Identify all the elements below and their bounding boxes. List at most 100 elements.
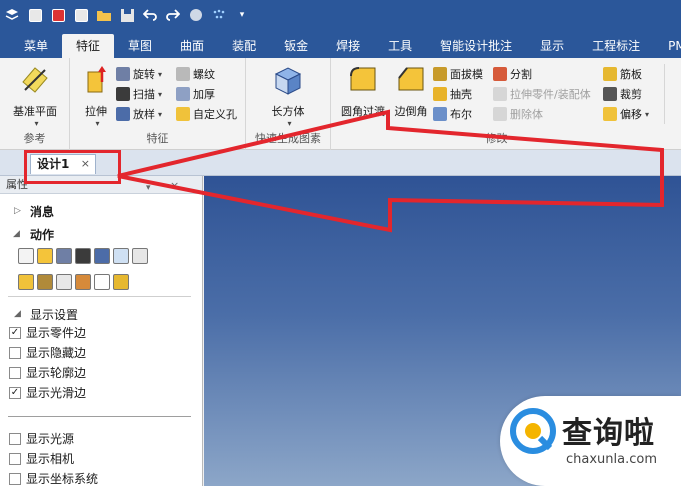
link-tool-icon[interactable] [37, 274, 53, 290]
print-icon[interactable] [73, 7, 89, 23]
tab-menu[interactable]: 菜单 [10, 34, 62, 58]
offset-button[interactable]: 偏移 ▾ [603, 105, 649, 123]
cut-icon [603, 87, 617, 101]
extrude-icon [87, 66, 106, 93]
thicken-button[interactable]: 加厚 [176, 85, 215, 103]
actions-collapse-icon[interactable]: ◢ [13, 229, 20, 239]
revolve-button[interactable]: 旋转 ▾ [116, 65, 162, 83]
checkbox-unchecked[interactable] [9, 432, 21, 445]
checkbox-unchecked[interactable] [9, 366, 21, 379]
draft-label: 面拔模 [450, 68, 483, 81]
tab-dimensioning[interactable]: 工程标注 [578, 34, 654, 58]
option-label: 显示零件边 [26, 326, 87, 340]
box-dropdown-icon[interactable]: ▾ [263, 119, 316, 128]
chamfer-label: 边倒角 [394, 105, 428, 118]
edit-tool-icon[interactable] [113, 248, 129, 264]
display-settings-heading[interactable]: 显示设置 [30, 306, 78, 323]
rebuild-icon[interactable] [188, 7, 204, 23]
split-button[interactable]: 分割 [493, 65, 532, 83]
design-environment-icon[interactable] [211, 7, 227, 23]
fillet-icon [350, 67, 376, 91]
sweep-tool-icon[interactable] [75, 248, 91, 264]
list-icon[interactable] [18, 248, 34, 264]
save-icon[interactable] [119, 7, 135, 23]
new-drawing-icon[interactable] [50, 7, 66, 23]
boolean-icon [433, 107, 447, 121]
option-show-cameras[interactable]: 显示相机 [9, 450, 74, 467]
ref-plane-button[interactable]: 基准平面 ▾ [7, 64, 63, 128]
undo-icon[interactable] [142, 7, 158, 23]
part-tool-icon[interactable] [18, 274, 34, 290]
tab-weld[interactable]: 焊接 [322, 34, 374, 58]
display-settings-collapse-icon[interactable]: ◢ [14, 309, 21, 319]
boolean-button[interactable]: 布尔 [433, 105, 472, 123]
group-modify: 圆角过渡 边倒角 面拔模 抽壳 布尔 分割 拉伸零件/装配体 删除体 筋板 裁剪… [331, 58, 662, 150]
custom-hole-icon [176, 107, 190, 121]
checkbox-unchecked[interactable] [9, 452, 21, 465]
tab-tools[interactable]: 工具 [374, 34, 426, 58]
option-label: 显示坐标系统 [26, 472, 99, 486]
tab-sketch[interactable]: 草图 [114, 34, 166, 58]
loft-label: 放样 [133, 108, 155, 121]
tab-features[interactable]: 特征 [62, 34, 115, 58]
ref-plane-label: 基准平面 [13, 105, 57, 118]
option-label: 显示相机 [26, 452, 75, 466]
revolve-label: 旋转 [133, 68, 155, 81]
tab-surface[interactable]: 曲面 [166, 34, 218, 58]
chamfer-button[interactable]: 边倒角 [383, 64, 439, 119]
tab-sheet-metal[interactable]: 钣金 [270, 34, 322, 58]
sweep-button[interactable]: 扫描 ▾ [116, 85, 162, 103]
assembly-tool-icon[interactable] [75, 274, 91, 290]
loft-button[interactable]: 放样 ▾ [116, 105, 162, 123]
checkbox-unchecked[interactable] [9, 472, 21, 485]
tab-smart-annotation[interactable]: 智能设计批注 [426, 34, 526, 58]
ref-plane-dropdown-icon[interactable]: ▾ [10, 119, 63, 128]
redo-icon[interactable] [165, 7, 181, 23]
option-label: 显示轮廓边 [26, 366, 87, 380]
new-file-icon[interactable] [27, 7, 43, 23]
axes-tool-icon[interactable] [94, 274, 110, 290]
box-button[interactable]: 长方体 ▾ [260, 64, 316, 128]
extrude-tool-icon[interactable] [37, 248, 53, 264]
offset-icon [603, 107, 617, 121]
sweep-icon [116, 87, 130, 101]
option-show-part-edges[interactable]: ✓ 显示零件边 [9, 324, 86, 341]
option-show-hidden-edges[interactable]: 显示隐藏边 [9, 344, 86, 361]
messages-heading[interactable]: 消息 [30, 203, 54, 220]
ribbon-overflow[interactable] [664, 64, 678, 124]
delete-body-button[interactable]: 删除体 [493, 105, 543, 123]
thread-label: 螺纹 [193, 68, 215, 81]
stack-tool-icon[interactable] [113, 274, 129, 290]
tab-pmi[interactable]: PMI [654, 34, 681, 58]
custom-hole-button[interactable]: 自定义孔 [176, 105, 237, 123]
customize-dropdown-icon[interactable]: ▾ [234, 7, 250, 23]
cut-button[interactable]: 裁剪 [603, 85, 642, 103]
draft-button[interactable]: 面拔模 [433, 65, 483, 83]
checkbox-unchecked[interactable] [9, 346, 21, 359]
panel-close-icon[interactable]: × [170, 177, 179, 195]
option-show-lights[interactable]: 显示光源 [9, 430, 74, 447]
loft-tool-icon[interactable] [94, 248, 110, 264]
panel-pin-icon[interactable]: ▾ [146, 179, 151, 197]
checkbox-checked[interactable]: ✓ [9, 386, 21, 399]
option-show-silhouette-edges[interactable]: 显示轮廓边 [9, 364, 86, 381]
sweep-label: 扫描 [133, 88, 155, 101]
revolve-tool-icon[interactable] [56, 248, 72, 264]
property-panel: 属性 ▾ × ▷ 消息 ◢ 动作 ◢ 显示设置 ✓ 显示零件边 显示隐藏边 显示… [0, 176, 203, 486]
image-tool-icon[interactable] [132, 248, 148, 264]
tab-display[interactable]: 显示 [526, 34, 578, 58]
open-folder-icon[interactable] [96, 7, 112, 23]
tab-assembly[interactable]: 装配 [218, 34, 270, 58]
actions-heading[interactable]: 动作 [30, 226, 54, 243]
stretch-part-button[interactable]: 拉伸零件/装配体 [493, 85, 591, 103]
rib-button[interactable]: 筋板 [603, 65, 642, 83]
options-separator [8, 416, 191, 417]
ref-group-label: 参考 [23, 132, 46, 145]
messages-expand-icon[interactable]: ▷ [14, 206, 21, 216]
shell-button[interactable]: 抽壳 [433, 85, 472, 103]
thread-button[interactable]: 螺纹 [176, 65, 215, 83]
option-show-smooth-edges[interactable]: ✓ 显示光滑边 [9, 384, 86, 401]
option-show-coordinate-system[interactable]: 显示坐标系统 [9, 470, 98, 486]
calendar-tool-icon[interactable] [56, 274, 72, 290]
checkbox-checked[interactable]: ✓ [9, 326, 21, 339]
